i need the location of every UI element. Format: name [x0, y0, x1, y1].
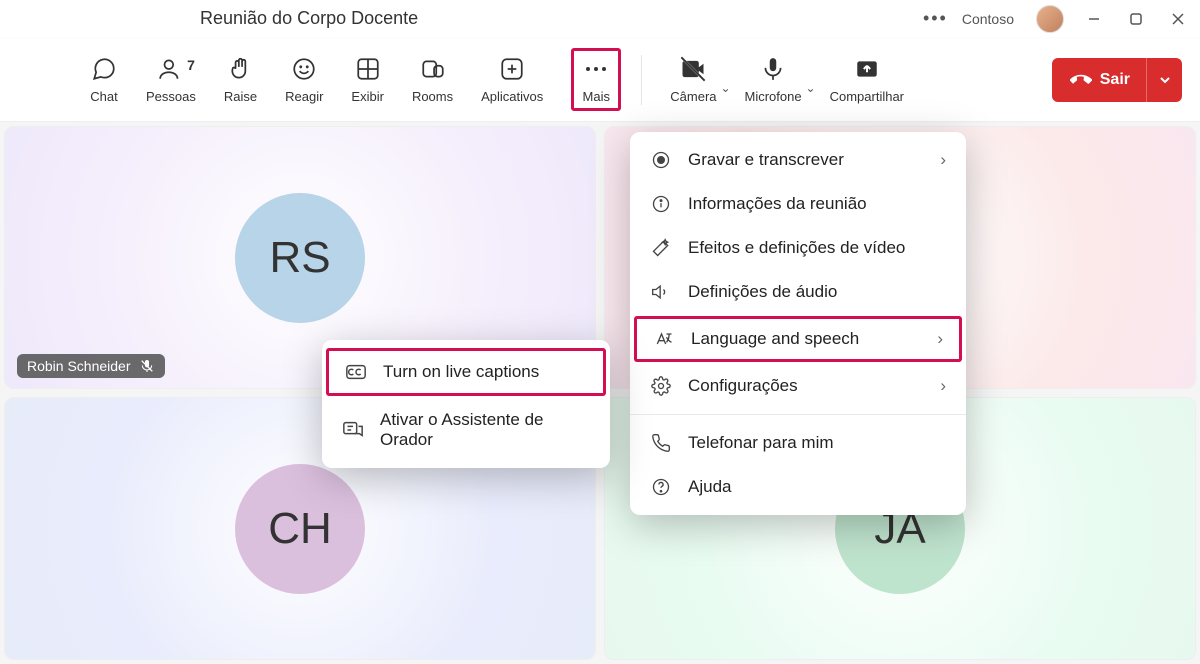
title-bar: Reunião do Corpo Docente ••• Contoso	[0, 0, 1200, 38]
info-icon	[650, 194, 672, 214]
mic-muted-icon	[139, 358, 155, 374]
camera-button[interactable]: Câmera ⌄	[670, 55, 716, 104]
menu-settings[interactable]: Configurações ›	[630, 364, 966, 408]
people-button[interactable]: 7 Pessoas	[146, 55, 196, 104]
org-label: Contoso	[962, 11, 1014, 27]
share-button[interactable]: Compartilhar	[830, 55, 904, 104]
wand-icon	[650, 238, 672, 258]
chevron-right-icon: ›	[937, 329, 943, 349]
menu-video-effects[interactable]: Efeitos e definições de vídeo	[630, 226, 966, 270]
people-icon: 7	[157, 55, 185, 83]
language-icon	[653, 329, 675, 349]
language-submenu: Turn on live captions Ativar o Assistent…	[322, 340, 610, 468]
participant-avatar: CH	[235, 464, 365, 594]
meeting-toolbar: Chat 7 Pessoas Raise Reagir Exibir Rooms…	[0, 38, 1200, 122]
coach-icon	[342, 419, 364, 441]
leave-options-chevron[interactable]	[1146, 58, 1182, 102]
microphone-icon	[759, 55, 787, 83]
menu-record[interactable]: Gravar e transcrever ›	[630, 138, 966, 182]
hand-icon	[227, 55, 255, 83]
more-menu: Gravar e transcrever › Informações da re…	[630, 132, 966, 515]
phone-icon	[650, 433, 672, 453]
camera-off-icon	[679, 55, 707, 83]
separator	[641, 55, 642, 105]
mic-button[interactable]: Microfone ⌄	[745, 55, 802, 104]
apps-button[interactable]: Aplicativos	[481, 55, 543, 104]
chevron-right-icon: ›	[940, 376, 946, 396]
submenu-speaker-coach[interactable]: Ativar o Assistente de Orador	[322, 398, 610, 462]
menu-call-me[interactable]: Telefonar para mim	[630, 421, 966, 465]
maximize-button[interactable]	[1126, 9, 1146, 29]
minimize-button[interactable]	[1084, 9, 1104, 29]
rooms-button[interactable]: Rooms	[412, 55, 453, 104]
chevron-down-icon[interactable]: ⌄	[806, 81, 816, 95]
user-avatar[interactable]	[1036, 5, 1064, 33]
chevron-down-icon[interactable]: ⌄	[720, 81, 730, 95]
leave-button[interactable]: Sair	[1052, 58, 1182, 102]
view-button[interactable]: Exibir	[351, 55, 384, 104]
gear-icon	[650, 376, 672, 396]
menu-help[interactable]: Ajuda	[630, 465, 966, 509]
chevron-right-icon: ›	[940, 150, 946, 170]
apps-icon	[498, 55, 526, 83]
menu-audio-settings[interactable]: Definições de áudio	[630, 270, 966, 314]
submenu-live-captions[interactable]: Turn on live captions	[326, 348, 606, 396]
react-button[interactable]: Reagir	[285, 55, 323, 104]
participant-nameplate: Robin Schneider	[17, 354, 165, 378]
menu-divider	[630, 414, 966, 415]
raise-hand-button[interactable]: Raise	[224, 55, 257, 104]
menu-info[interactable]: Informações da reunião	[630, 182, 966, 226]
meeting-title: Reunião do Corpo Docente	[200, 8, 418, 29]
hangup-icon	[1070, 69, 1092, 91]
more-button[interactable]: Mais	[571, 48, 621, 111]
record-icon	[650, 150, 672, 170]
menu-language-speech[interactable]: Language and speech ›	[634, 316, 962, 362]
more-header-icon[interactable]: •••	[923, 8, 948, 29]
share-icon	[853, 55, 881, 83]
grid-icon	[354, 55, 382, 83]
speaker-icon	[650, 282, 672, 302]
chat-icon	[90, 55, 118, 83]
chat-button[interactable]: Chat	[90, 55, 118, 104]
emoji-icon	[290, 55, 318, 83]
close-button[interactable]	[1168, 9, 1188, 29]
more-icon	[582, 55, 610, 83]
participant-avatar: RS	[235, 193, 365, 323]
rooms-icon	[419, 55, 447, 83]
help-icon	[650, 477, 672, 497]
captions-icon	[345, 361, 367, 383]
